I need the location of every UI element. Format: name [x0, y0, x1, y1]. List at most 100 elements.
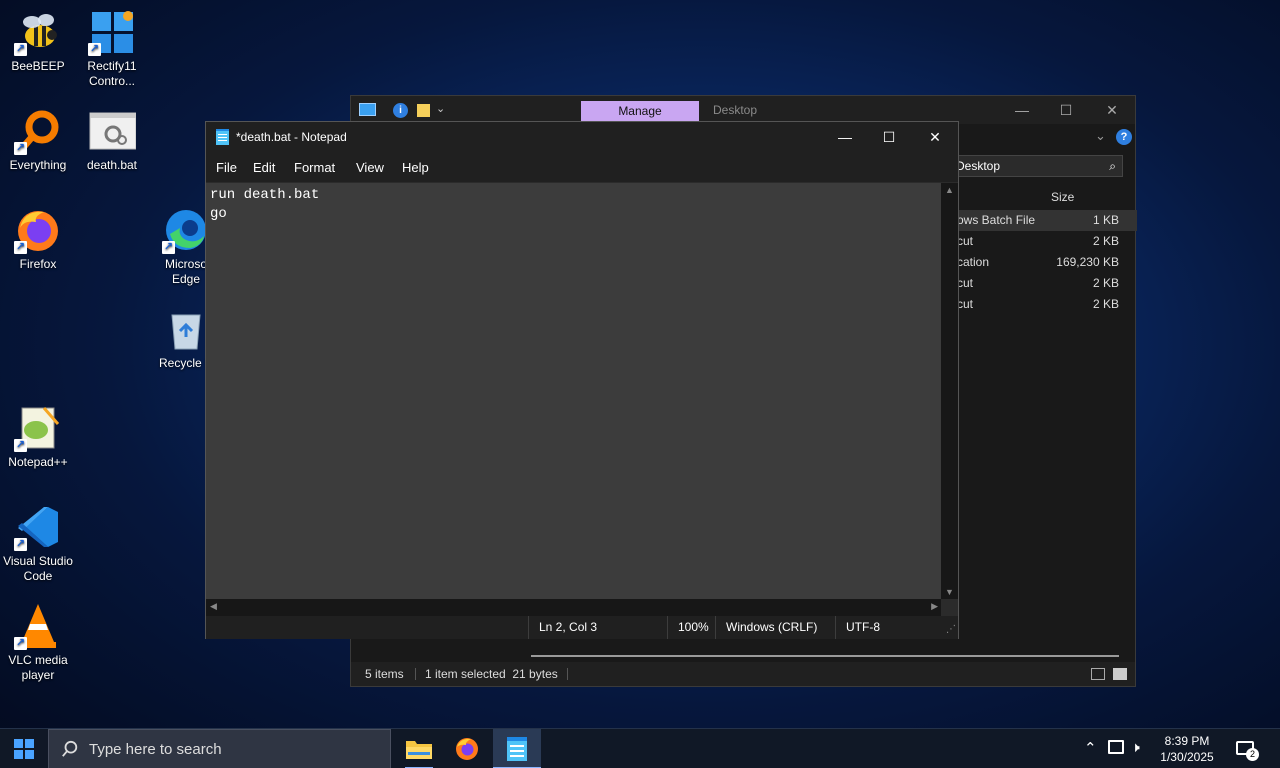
explorer-status-bar: 5 items 1 item selected 21 bytes [351, 662, 1135, 686]
notepad-status-bar: Ln 2, Col 3 100% Windows (CRLF) UTF-8 ⋰ [206, 616, 958, 639]
menu-view[interactable]: View [356, 160, 384, 175]
maximize-button[interactable]: ☐ [866, 122, 912, 152]
file-row[interactable]: cation 169,230 KB [941, 252, 1137, 273]
explorer-search-input[interactable]: h Desktop ⌕ [941, 155, 1123, 177]
resize-grip-icon[interactable]: ⋰ [946, 618, 956, 641]
properties-icon[interactable]: i [393, 103, 408, 118]
volume-icon[interactable]: 🕨 [1131, 739, 1140, 768]
file-size: 2 KB [1092, 297, 1119, 311]
ribbon-expand-chevron-icon[interactable]: ⌄ [1095, 128, 1106, 144]
search-icon [62, 740, 78, 757]
search-icon[interactable]: ⌕ [1109, 156, 1116, 176]
firefox-icon: ↗ [14, 206, 62, 254]
scrollbar-corner [941, 599, 958, 616]
status-cursor-position: Ln 2, Col 3 [528, 616, 597, 639]
desktop-icon-everything[interactable]: ↗ Everything [0, 99, 76, 189]
explorer-titlebar[interactable]: i ⌄ Manage Desktop — ☐ ✕ [351, 96, 1135, 124]
scroll-up-arrow-icon[interactable]: ▲ [945, 185, 954, 195]
desktop-icon-label: Everything [9, 158, 67, 172]
desktop-icon-vscode[interactable]: ↗ Visual Studio Code [0, 495, 76, 585]
window-title: *death.bat - Notepad [236, 130, 347, 144]
desktop-icon-rectify11[interactable]: ↗ Rectify11 Contro... [74, 0, 150, 90]
explorer-close-button[interactable]: ✕ [1089, 96, 1135, 124]
file-size: 169,230 KB [1056, 255, 1119, 269]
desktop-icon-label: Notepad++ [8, 455, 68, 469]
text-editor-area[interactable]: run death.bat go [206, 183, 942, 599]
notepad-window[interactable]: *death.bat - Notepad — ☐ ✕ File Edit For… [205, 121, 959, 639]
batch-file-icon [88, 107, 137, 155]
file-row[interactable]: cut 2 KB [941, 231, 1137, 252]
bee-icon: ↗ [14, 8, 62, 56]
menu-edit[interactable]: Edit [253, 160, 275, 175]
menu-format[interactable]: Format [294, 160, 335, 175]
desktop-icon-notepadpp[interactable]: ↗ Notepad++ [0, 396, 76, 486]
file-type: ows Batch File [957, 213, 1036, 227]
desktop-icon-label: Visual Studio Code [3, 554, 73, 583]
file-row[interactable]: ows Batch File 1 KB [941, 210, 1137, 231]
desktop-icon-death-bat[interactable]: death.bat [74, 99, 150, 189]
shortcut-arrow-icon: ↗ [14, 241, 27, 254]
desktop-icon-vlc[interactable]: ↗ VLC media player [0, 594, 76, 684]
firefox-icon [456, 738, 478, 760]
shortcut-arrow-icon: ↗ [14, 637, 27, 650]
notepad-icon [216, 129, 229, 145]
scroll-down-arrow-icon[interactable]: ▼ [945, 587, 954, 597]
large-icons-view-icon[interactable] [1113, 668, 1127, 680]
column-header-size[interactable]: Size [941, 184, 1137, 210]
taskbar-file-explorer[interactable] [395, 729, 443, 768]
scroll-right-arrow-icon[interactable]: ▶ [931, 601, 938, 612]
clock[interactable]: 8:39 PM 1/30/2025 [1150, 733, 1224, 765]
explorer-file-list[interactable]: Size ows Batch File 1 KB cut 2 KB cation 16… [941, 184, 1137, 315]
minimize-button[interactable]: — [822, 122, 868, 152]
notepad-titlebar[interactable]: *death.bat - Notepad — ☐ ✕ [206, 122, 958, 152]
menu-file[interactable]: File [216, 160, 237, 175]
taskbar-notepad[interactable] [493, 729, 541, 768]
quick-access-dropdown-icon[interactable]: ⌄ [436, 102, 445, 115]
explorer-minimize-button[interactable]: — [999, 96, 1045, 124]
status-line-ending: Windows (CRLF) [715, 616, 817, 639]
file-size: 2 KB [1092, 234, 1119, 248]
recycle-bin-icon [162, 305, 210, 353]
shortcut-arrow-icon: ↗ [14, 142, 27, 155]
desktop-icon-label: BeeBEEP [11, 59, 65, 73]
start-button[interactable] [0, 729, 48, 768]
vertical-scrollbar[interactable]: ▲ ▼ [941, 183, 958, 599]
file-row[interactable]: cut 2 KB [941, 294, 1137, 315]
edge-icon: ↗ [162, 206, 210, 254]
desktop-icon-label: Firefox [19, 257, 57, 271]
shortcut-arrow-icon: ↗ [14, 43, 27, 56]
close-button[interactable]: ✕ [912, 122, 958, 152]
manage-tab[interactable]: Manage [581, 101, 699, 122]
status-item-count: 5 items [365, 667, 404, 681]
menu-bar: File Edit Format View Help [206, 152, 958, 182]
new-folder-icon[interactable] [417, 104, 430, 117]
file-size: 1 KB [1092, 213, 1119, 227]
file-type: cation [957, 255, 990, 269]
taskbar-search-box[interactable]: Type here to search [48, 729, 391, 768]
desktop-icon-firefox[interactable]: ↗ Firefox [0, 198, 76, 288]
taskbar-firefox[interactable] [443, 729, 491, 768]
help-icon[interactable]: ? [1116, 129, 1132, 145]
shortcut-arrow-icon: ↗ [162, 241, 175, 254]
desktop-icon-label: Rectify11 Contro... [87, 59, 137, 88]
windows-logo-icon: ↗ [88, 8, 136, 56]
explorer-maximize-button[interactable]: ☐ [1043, 96, 1089, 124]
network-icon[interactable] [1108, 740, 1124, 754]
details-view-icon[interactable] [1091, 668, 1105, 680]
file-row[interactable]: cut 2 KB [941, 273, 1137, 294]
explorer-location-title: Desktop [713, 103, 758, 117]
notepad-icon [507, 737, 527, 761]
scroll-left-arrow-icon[interactable]: ◀ [210, 601, 217, 612]
windows-start-icon [14, 739, 34, 759]
shortcut-arrow-icon: ↗ [88, 43, 101, 56]
show-hidden-icons-chevron-icon[interactable]: ⌃ [1084, 739, 1097, 768]
menu-help[interactable]: Help [402, 160, 429, 175]
shortcut-arrow-icon: ↗ [14, 439, 27, 452]
status-divider [567, 668, 568, 680]
magnifier-icon: ↗ [14, 107, 62, 155]
desktop-icon-beebeep[interactable]: ↗ BeeBEEP [0, 0, 76, 90]
horizontal-scrollbar[interactable]: ◀ ▶ [206, 599, 942, 616]
explorer-horizontal-scrollbar[interactable] [531, 655, 1119, 657]
vscode-icon: ↗ [14, 503, 62, 551]
notification-center-button[interactable]: 2 [1230, 729, 1266, 768]
